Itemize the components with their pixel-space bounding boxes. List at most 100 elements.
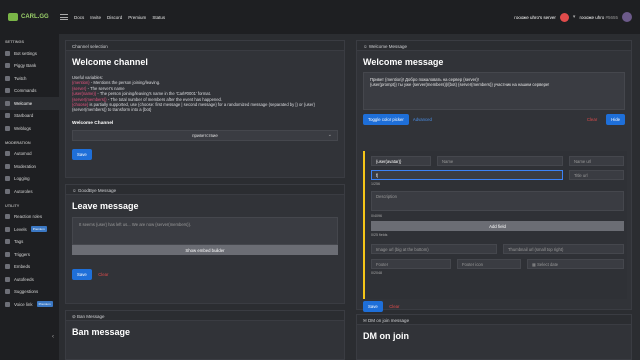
top-nav-link[interactable]: Status	[152, 15, 165, 20]
sidebar-item-twitch[interactable]: Twitch	[0, 72, 59, 85]
advanced-link[interactable]: Advanced	[413, 117, 432, 122]
sidebar-item-label: Embeds	[14, 264, 31, 270]
title-url-input[interactable]: Title url	[569, 170, 624, 180]
ban-icon: ⊘	[72, 314, 76, 319]
card-header: ✉ DM on join message	[357, 315, 631, 325]
message-line: {user(prompt)} ты уже {server(members)}/…	[370, 82, 550, 87]
variable-row: {choose} is partially supported, use {ch…	[72, 102, 338, 113]
save-button[interactable]: Save	[72, 269, 92, 280]
sidebar-item-label: Starboard	[14, 113, 34, 119]
logo[interactable]: CARL.GG	[0, 13, 60, 21]
dm-icon: ✉	[363, 318, 367, 323]
welcome-message-input[interactable]: Привет {mention}! Добро пожаловать на се…	[363, 72, 625, 110]
sidebar-item-icon	[5, 188, 10, 194]
clear-button[interactable]: Clear	[384, 301, 404, 312]
sidebar-item-voice-link[interactable]: Voice link Premium	[0, 298, 59, 311]
footer-icon-input[interactable]: Footer icon	[457, 259, 521, 269]
variable-desc: - Mentions the person joining/leaving.	[89, 80, 161, 86]
sidebar-item-icon	[5, 50, 10, 56]
description-input[interactable]: Description	[371, 191, 624, 211]
date-picker-text: Select date	[537, 262, 559, 267]
sidebar-item-starboard[interactable]: Starboard	[0, 110, 59, 123]
date-picker[interactable]: ▦ Select date	[527, 259, 624, 269]
avatar[interactable]	[622, 12, 632, 22]
top-nav-link[interactable]: Docs	[74, 15, 84, 20]
hide-button[interactable]: Hide	[606, 114, 625, 125]
sidebar-item-icon	[5, 100, 10, 106]
welcome-channel-card: Channel selection Welcome channel Useful…	[65, 40, 345, 178]
leave-message-input[interactable]: It seems {user} has left us... We are no…	[72, 217, 338, 245]
ban-message-card: ⊘ Ban Message Ban message	[65, 310, 345, 360]
sidebar-item-piggy-bank[interactable]: Piggy Bank	[0, 60, 59, 73]
sidebar-item-label: Automod	[14, 151, 32, 157]
thumbnail-url-input[interactable]: Thumbnail url (small top right)	[503, 244, 624, 254]
sidebar-item-label: Voice link	[14, 301, 33, 307]
save-button[interactable]: Save	[363, 301, 383, 312]
add-field-button[interactable]: Add field	[371, 221, 624, 231]
sidebar-section-label: SETTINGS	[5, 40, 24, 44]
card-title: Welcome channel	[72, 57, 148, 67]
sidebar-item-icon	[5, 264, 10, 270]
user-tag: #5655	[605, 14, 618, 20]
server-name[interactable]: гоооже uhro's server	[514, 15, 556, 20]
save-button[interactable]: Save	[72, 148, 92, 160]
description-counter: 0/4096	[371, 214, 382, 218]
card-header: Channel selection	[66, 41, 344, 51]
logo-icon	[8, 13, 18, 21]
sidebar-item-commands[interactable]: Commands	[0, 85, 59, 98]
author-name-input[interactable]: Name	[437, 156, 563, 166]
sidebar-item-autofeeds[interactable]: Autofeeds	[0, 273, 59, 286]
top-nav-link[interactable]: Discord	[107, 15, 122, 20]
clear-button[interactable]: Clear	[582, 114, 602, 125]
sidebar-item-icon	[5, 226, 10, 232]
clear-button[interactable]: Clear	[93, 269, 113, 280]
toggle-color-picker-button[interactable]: Toggle color picker	[363, 114, 409, 125]
show-embed-builder-button[interactable]: Show embed builder	[72, 245, 338, 255]
sidebar-item-suggestions[interactable]: Suggestions	[0, 286, 59, 299]
sidebar-item-icon	[5, 113, 10, 119]
welcome-channel-select[interactable]: приветствие ⌄	[72, 129, 338, 141]
fields-counter: 0/25 fields	[371, 233, 388, 237]
welcome-icon: ☺	[363, 44, 368, 49]
sidebar-item-icon	[5, 301, 10, 307]
footer-input[interactable]: Footer	[371, 259, 451, 269]
user-name-text: гоооже uhro	[579, 14, 605, 20]
top-nav-link[interactable]: Premium	[128, 15, 146, 20]
sidebar-item-logging[interactable]: Logging	[0, 173, 59, 186]
chevron-down-icon[interactable]: ▾	[573, 14, 576, 20]
variable-code: {mention}	[72, 80, 90, 86]
image-url-input[interactable]: Image url (big at the bottom)	[371, 244, 497, 254]
embed-builder: {user(avatar)} Name Name url f| Title ur…	[363, 151, 627, 299]
sidebar-item-reaction-roles[interactable]: Reaction roles	[0, 211, 59, 224]
card-header-text: Welcome Message	[368, 44, 408, 49]
sidebar-item-embeds[interactable]: Embeds	[0, 261, 59, 274]
sidebar-item-triggers[interactable]: Triggers	[0, 248, 59, 261]
card-header-text: DM on join message	[368, 318, 410, 323]
sidebar-item-icon	[5, 251, 10, 257]
sidebar-item-moderation[interactable]: Moderation	[0, 160, 59, 173]
sidebar-item-weblogs[interactable]: Weblogs	[0, 122, 59, 135]
sidebar-item-bot-settings[interactable]: Bot settings	[0, 47, 59, 60]
card-header: ☺ Welcome Message	[357, 41, 631, 51]
sidebar-item-icon	[5, 214, 10, 220]
sidebar-item-autoroles[interactable]: Autoroles	[0, 185, 59, 198]
footer-counter: 0/2048	[371, 271, 382, 275]
server-icon[interactable]	[559, 12, 569, 22]
sidebar-item-icon	[5, 289, 10, 295]
sidebar-item-automod[interactable]: Automod	[0, 148, 59, 161]
sidebar-item-welcome[interactable]: Welcome	[0, 97, 59, 110]
user-name[interactable]: гоооже uhro #5655	[579, 15, 618, 20]
sidebar-item-levels[interactable]: Levels Premium	[0, 223, 59, 236]
variable-code: {server(members)}	[72, 96, 107, 102]
sidebar-item-tags[interactable]: Tags	[0, 236, 59, 249]
top-nav-link[interactable]: Invite	[90, 15, 101, 20]
sidebar-item-icon	[5, 163, 10, 169]
sidebar-item-label: Tags	[14, 239, 24, 245]
title-input[interactable]: f|	[371, 170, 563, 180]
premium-badge: Premium	[36, 301, 53, 308]
author-url-input[interactable]: Name url	[569, 156, 624, 166]
hamburger-menu-icon[interactable]	[60, 14, 68, 20]
welcome-message-card: ☺ Welcome Message Welcome message Привет…	[356, 40, 632, 312]
collapse-sidebar-icon[interactable]: ‹	[52, 334, 54, 340]
author-input[interactable]: {user(avatar)}	[371, 156, 431, 166]
